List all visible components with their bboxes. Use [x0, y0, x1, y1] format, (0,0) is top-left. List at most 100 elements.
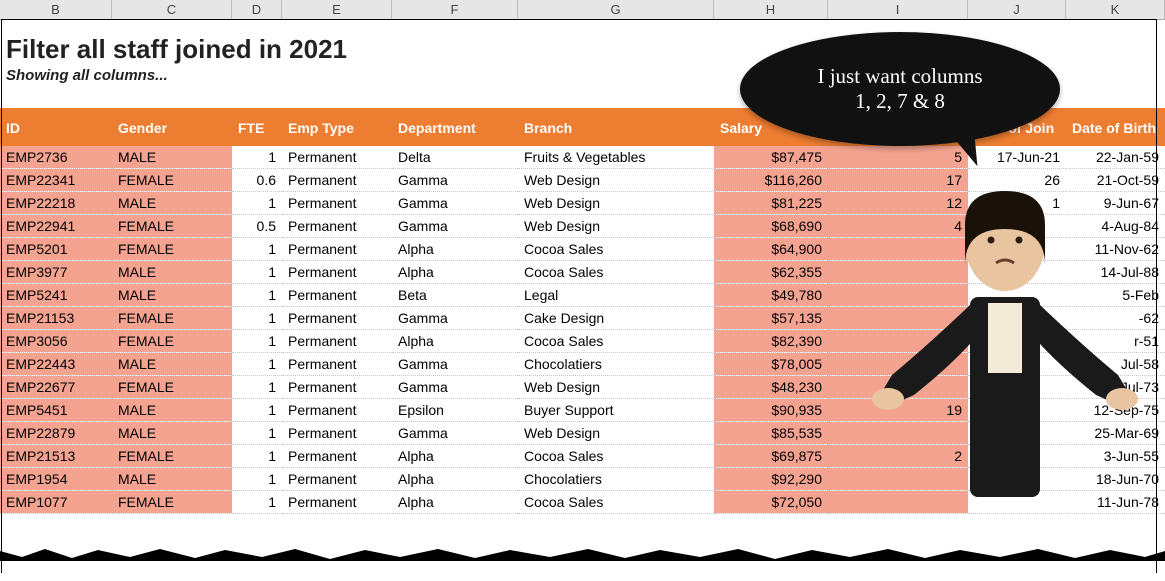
cell[interactable]: $85,535 — [714, 422, 828, 445]
cell[interactable]: FEMALE — [112, 445, 232, 468]
cell[interactable]: Cocoa Sales — [518, 445, 714, 468]
cell[interactable]: EMP5241 — [0, 284, 112, 307]
cell[interactable]: 1 — [232, 330, 282, 353]
cell[interactable]: Chocolatiers — [518, 353, 714, 376]
cell[interactable]: $116,260 — [714, 169, 828, 192]
cell[interactable]: FEMALE — [112, 491, 232, 514]
cell[interactable]: EMP1954 — [0, 468, 112, 491]
cell[interactable]: 1 — [232, 284, 282, 307]
col-header-J[interactable]: J — [968, 0, 1066, 19]
cell[interactable]: $57,135 — [714, 307, 828, 330]
header-department[interactable]: Department — [392, 108, 518, 146]
cell[interactable]: $48,230 — [714, 376, 828, 399]
cell[interactable]: Web Design — [518, 192, 714, 215]
cell[interactable]: Permanent — [282, 192, 392, 215]
col-header-I[interactable]: I — [828, 0, 968, 19]
cell[interactable]: $62,355 — [714, 261, 828, 284]
cell[interactable]: FEMALE — [112, 215, 232, 238]
cell[interactable]: Alpha — [392, 468, 518, 491]
cell[interactable]: MALE — [112, 192, 232, 215]
cell[interactable]: Permanent — [282, 284, 392, 307]
cell[interactable]: Web Design — [518, 215, 714, 238]
cell[interactable]: Permanent — [282, 491, 392, 514]
cell[interactable]: Web Design — [518, 422, 714, 445]
cell[interactable]: $90,935 — [714, 399, 828, 422]
cell[interactable]: Fruits & Vegetables — [518, 146, 714, 169]
cell[interactable]: FEMALE — [112, 307, 232, 330]
cell[interactable]: EMP22218 — [0, 192, 112, 215]
cell[interactable]: Permanent — [282, 330, 392, 353]
cell[interactable]: 1 — [232, 422, 282, 445]
cell[interactable]: 1 — [232, 376, 282, 399]
cell[interactable]: $81,225 — [714, 192, 828, 215]
cell[interactable]: Permanent — [282, 215, 392, 238]
header-branch[interactable]: Branch — [518, 108, 714, 146]
cell[interactable]: 0.6 — [232, 169, 282, 192]
cell[interactable]: MALE — [112, 353, 232, 376]
cell[interactable]: 1 — [232, 445, 282, 468]
cell[interactable]: EMP22879 — [0, 422, 112, 445]
cell[interactable]: Alpha — [392, 491, 518, 514]
cell[interactable]: 1 — [232, 261, 282, 284]
col-header-B[interactable]: B — [0, 0, 112, 19]
cell[interactable]: EMP5201 — [0, 238, 112, 261]
cell[interactable]: EMP3056 — [0, 330, 112, 353]
cell[interactable]: Gamma — [392, 307, 518, 330]
cell[interactable]: FEMALE — [112, 330, 232, 353]
cell[interactable]: FEMALE — [112, 376, 232, 399]
cell[interactable]: $69,875 — [714, 445, 828, 468]
cell[interactable]: $78,005 — [714, 353, 828, 376]
cell[interactable]: Gamma — [392, 192, 518, 215]
table-row[interactable]: EMP2736MALE1PermanentDeltaFruits & Veget… — [0, 146, 1165, 169]
cell[interactable]: 1 — [232, 399, 282, 422]
cell[interactable]: 1 — [232, 238, 282, 261]
cell[interactable]: Alpha — [392, 238, 518, 261]
col-header-F[interactable]: F — [392, 0, 518, 19]
cell[interactable]: Legal — [518, 284, 714, 307]
cell[interactable]: Gamma — [392, 215, 518, 238]
cell[interactable]: MALE — [112, 399, 232, 422]
cell[interactable]: Alpha — [392, 445, 518, 468]
cell[interactable]: EMP22941 — [0, 215, 112, 238]
cell[interactable]: Alpha — [392, 330, 518, 353]
cell[interactable]: $72,050 — [714, 491, 828, 514]
cell[interactable]: EMP22443 — [0, 353, 112, 376]
col-header-E[interactable]: E — [282, 0, 392, 19]
cell[interactable]: Cocoa Sales — [518, 261, 714, 284]
cell[interactable]: EMP22341 — [0, 169, 112, 192]
header-fte[interactable]: FTE — [232, 108, 282, 146]
cell[interactable]: EMP21513 — [0, 445, 112, 468]
col-header-G[interactable]: G — [518, 0, 714, 19]
cell[interactable]: Gamma — [392, 353, 518, 376]
header-id[interactable]: ID — [0, 108, 112, 146]
cell[interactable]: Chocolatiers — [518, 468, 714, 491]
cell[interactable]: 1 — [232, 192, 282, 215]
cell[interactable]: Permanent — [282, 422, 392, 445]
cell[interactable]: Cake Design — [518, 307, 714, 330]
cell[interactable]: EMP21153 — [0, 307, 112, 330]
col-header-D[interactable]: D — [232, 0, 282, 19]
cell[interactable]: FEMALE — [112, 169, 232, 192]
cell[interactable]: MALE — [112, 146, 232, 169]
cell[interactable]: MALE — [112, 284, 232, 307]
cell[interactable]: MALE — [112, 422, 232, 445]
cell[interactable]: Cocoa Sales — [518, 491, 714, 514]
cell[interactable]: EMP22677 — [0, 376, 112, 399]
cell[interactable]: 17-Jun-21 — [968, 146, 1066, 169]
cell[interactable]: Permanent — [282, 146, 392, 169]
cell[interactable]: Web Design — [518, 169, 714, 192]
cell[interactable]: Gamma — [392, 376, 518, 399]
cell[interactable]: 1 — [232, 353, 282, 376]
cell[interactable]: $82,390 — [714, 330, 828, 353]
cell[interactable]: Delta — [392, 146, 518, 169]
cell[interactable]: Permanent — [282, 307, 392, 330]
cell[interactable]: 5 — [828, 146, 968, 169]
cell[interactable]: Gamma — [392, 422, 518, 445]
cell[interactable]: $92,290 — [714, 468, 828, 491]
cell[interactable]: Gamma — [392, 169, 518, 192]
cell[interactable]: 1 — [232, 491, 282, 514]
cell[interactable]: 1 — [232, 307, 282, 330]
header-gender[interactable]: Gender — [112, 108, 232, 146]
cell[interactable]: Buyer Support — [518, 399, 714, 422]
cell[interactable]: Permanent — [282, 353, 392, 376]
